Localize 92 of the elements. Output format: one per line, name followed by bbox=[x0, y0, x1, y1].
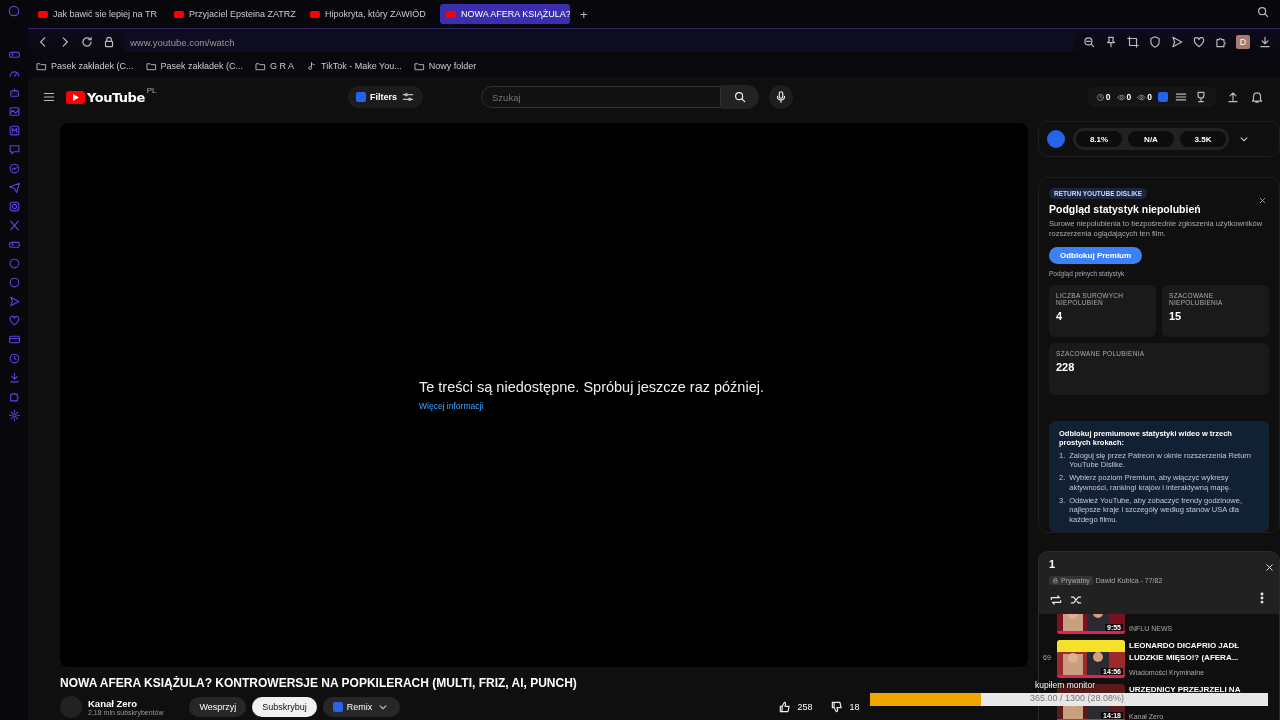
overlay-label: kupiłem monitor bbox=[1035, 680, 1095, 690]
browser-tab[interactable]: NOWA AFERA KSIĄŻULA? bbox=[440, 4, 570, 24]
extensions-icon[interactable] bbox=[1214, 35, 1228, 49]
paper-plane-icon[interactable] bbox=[7, 181, 21, 194]
sliders-icon bbox=[401, 90, 415, 104]
reload-icon[interactable] bbox=[80, 35, 94, 49]
stat-value: 15 bbox=[1169, 309, 1183, 322]
robot-icon[interactable] bbox=[7, 86, 21, 99]
close-icon[interactable] bbox=[1264, 562, 1275, 573]
image-icon[interactable] bbox=[7, 105, 21, 118]
pin-icon[interactable] bbox=[1104, 35, 1118, 49]
lock-icon bbox=[1052, 577, 1059, 584]
dislike-button[interactable]: 18 bbox=[824, 699, 866, 715]
counter-value: 0 bbox=[1147, 92, 1152, 102]
wallet-icon[interactable] bbox=[7, 333, 21, 346]
filters-button[interactable]: Filters bbox=[348, 86, 423, 108]
support-button[interactable]: Wesprzyj bbox=[189, 697, 247, 717]
counter-value: 0 bbox=[1105, 92, 1111, 102]
counter-value: 0 bbox=[1126, 92, 1132, 102]
more-info-link[interactable]: Więcej informacji bbox=[419, 401, 484, 411]
stat-pill: N/A bbox=[1128, 131, 1174, 147]
browser-tab[interactable]: Jak bawić sie lepiej na TR bbox=[32, 4, 162, 24]
zoom-out-icon[interactable] bbox=[1082, 35, 1096, 49]
send-icon[interactable] bbox=[1170, 35, 1184, 49]
profile-avatar[interactable]: D bbox=[1236, 35, 1250, 49]
playlist-title: 1 bbox=[1049, 558, 1057, 570]
bookmark[interactable]: TikTok - Make You... bbox=[306, 60, 402, 72]
camera-icon[interactable] bbox=[7, 200, 21, 213]
browser-tab[interactable]: Hipokryta, który ZAWIÓD bbox=[304, 4, 434, 24]
channel-name[interactable]: Kanał Zero bbox=[88, 698, 164, 709]
app-icon[interactable] bbox=[7, 124, 21, 137]
search-field[interactable]: Szukaj bbox=[481, 86, 721, 108]
card-title: Podgląd statystyk niepolubień bbox=[1049, 203, 1202, 215]
repeat-icon[interactable] bbox=[1049, 593, 1063, 607]
microphone-icon bbox=[774, 90, 788, 104]
stat-value: 228 bbox=[1056, 360, 1076, 373]
new-tab-button[interactable]: + bbox=[576, 6, 592, 22]
folder-icon bbox=[413, 60, 425, 72]
heart-icon[interactable] bbox=[1192, 35, 1206, 49]
list-icon[interactable] bbox=[1174, 90, 1188, 104]
chat-icon[interactable] bbox=[7, 143, 21, 156]
download-icon[interactable] bbox=[1258, 35, 1272, 49]
youtube-wordmark[interactable]: YouTube bbox=[87, 89, 145, 105]
history-icon[interactable] bbox=[7, 352, 21, 365]
search-icon[interactable] bbox=[1256, 5, 1270, 19]
clock-icon bbox=[1095, 92, 1105, 102]
bookmark[interactable]: G R A bbox=[255, 60, 295, 72]
folder-icon bbox=[255, 60, 267, 72]
voice-search-button[interactable] bbox=[769, 85, 793, 109]
bookmark[interactable]: Pasek zakładek (C... bbox=[145, 60, 244, 72]
iq-badge[interactable] bbox=[1047, 130, 1065, 148]
youtube-logo-icon[interactable] bbox=[66, 90, 85, 104]
eye-icon bbox=[1137, 92, 1147, 102]
subscribe-button[interactable]: Subskrybuj bbox=[252, 697, 317, 717]
browser-tab[interactable]: Przyjaciel Epsteina ZATRZ bbox=[168, 4, 298, 24]
notifications-icon[interactable] bbox=[1250, 90, 1264, 104]
thumbs-down-icon bbox=[830, 700, 845, 714]
unlock-premium-button[interactable]: Odblokuj Premium bbox=[1049, 246, 1143, 264]
stat-pill: 3.5K bbox=[1180, 131, 1226, 147]
video-title: NOWA AFERA KSIĄŻULA? KONTROWERSJE NA POPKILERACH (MULTI, FRIZ, AI, PUNCH) bbox=[60, 676, 578, 690]
search-button[interactable] bbox=[721, 85, 759, 109]
tiktok-icon bbox=[306, 60, 318, 72]
video-player[interactable]: Te treści są niedostępne. Spróbuj jeszcze raz później. Więcej informacji bbox=[60, 123, 1028, 667]
stat-pill: 8.1% bbox=[1076, 131, 1122, 147]
eye-icon bbox=[1116, 92, 1126, 102]
upload-icon[interactable] bbox=[1226, 90, 1240, 104]
messenger-icon[interactable] bbox=[7, 162, 21, 175]
stat-value: 4 bbox=[1056, 309, 1064, 322]
settings-icon[interactable] bbox=[7, 409, 21, 422]
search-icon bbox=[733, 90, 747, 104]
iq-icon[interactable] bbox=[1158, 92, 1168, 102]
address-field[interactable]: www.youtube.com/watch bbox=[124, 32, 1074, 52]
region-code: PL bbox=[146, 85, 157, 95]
remix-button[interactable]: Remix bbox=[322, 697, 401, 717]
x-icon[interactable] bbox=[7, 219, 21, 232]
progress-reading: 365.00 / 1300 (28.08%) bbox=[1030, 693, 1125, 703]
snapshot-icon[interactable] bbox=[1126, 35, 1140, 49]
like-button[interactable]: 258 bbox=[772, 699, 819, 715]
thumbs-up-icon bbox=[778, 700, 793, 714]
opera-logo-icon[interactable] bbox=[7, 4, 21, 18]
menu-icon[interactable] bbox=[42, 90, 56, 104]
close-icon[interactable] bbox=[1258, 196, 1267, 205]
trophy-icon[interactable] bbox=[1194, 90, 1208, 104]
bookmark[interactable]: Nowy folder bbox=[413, 60, 477, 72]
shuffle-icon[interactable] bbox=[1069, 593, 1083, 607]
item-title[interactable]: URZĘDNICY PRZEJRZELI NA bbox=[1129, 684, 1269, 696]
lock-icon bbox=[102, 35, 116, 49]
folder-icon bbox=[36, 60, 47, 72]
item-title[interactable]: LEONARDO DICAPRIO JADŁ LUDZKIE MIĘSO!? (AFERA... bbox=[1129, 640, 1269, 664]
folder-icon bbox=[145, 60, 157, 72]
bookmark[interactable]: Pasek zakładek (C... bbox=[36, 60, 134, 72]
error-message: Te treści są niedostępne. Spróbuj jeszcze raz później. bbox=[419, 379, 764, 395]
